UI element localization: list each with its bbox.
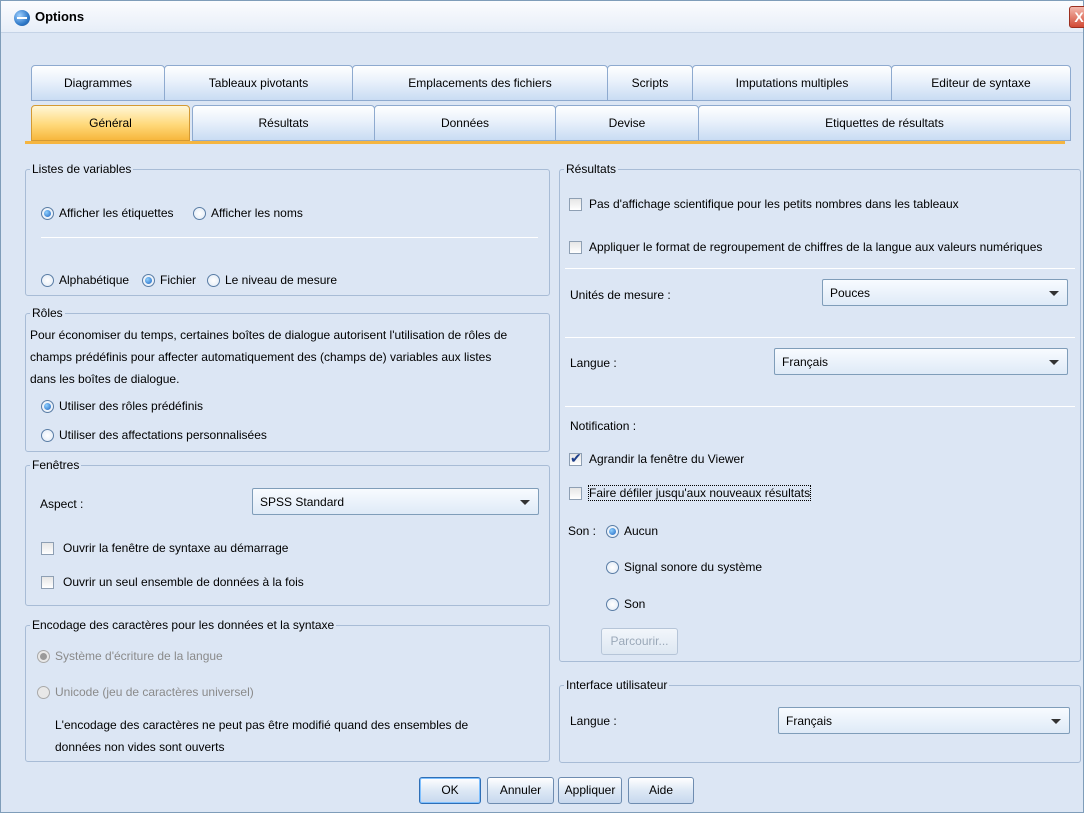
radio-affectations-personnalisees[interactable] bbox=[41, 429, 54, 442]
checkbox-digit-grouping[interactable] bbox=[569, 241, 582, 254]
tab-donnees[interactable]: Données bbox=[374, 105, 556, 141]
units-dropdown-value: Pouces bbox=[830, 286, 871, 300]
tab-imputations-multiples[interactable]: Imputations multiples bbox=[692, 65, 892, 101]
tab-scripts[interactable]: Scripts bbox=[607, 65, 693, 101]
checkbox-no-scientific[interactable] bbox=[569, 198, 582, 211]
sound-label: Son : bbox=[568, 524, 597, 538]
tab-emplacements-fichiers[interactable]: Emplacements des fichiers bbox=[352, 65, 608, 101]
spss-app-icon bbox=[14, 10, 30, 26]
cancel-button[interactable]: Annuler bbox=[487, 777, 554, 804]
aspect-dropdown[interactable]: SPSS Standard bbox=[252, 488, 539, 515]
results-language-dropdown[interactable]: Français bbox=[774, 348, 1068, 375]
browse-button[interactable]: Parcourir... bbox=[601, 628, 678, 655]
tab-devise[interactable]: Devise bbox=[555, 105, 699, 141]
results-language-value: Français bbox=[782, 355, 829, 369]
encoding-group: Encodage des caractères pour les données… bbox=[25, 618, 550, 762]
results-separator-2 bbox=[565, 337, 1075, 338]
apply-button[interactable]: Appliquer bbox=[558, 777, 622, 804]
radio-niveau-mesure[interactable] bbox=[207, 274, 220, 287]
notification-label: Notification : bbox=[570, 419, 637, 433]
label-digit-grouping: Appliquer le format de regroupement de c… bbox=[589, 240, 1043, 254]
label-affectations-personnalisees: Utiliser des affectations personnalisées bbox=[59, 428, 267, 442]
label-system-beep: Signal sonore du système bbox=[624, 560, 763, 574]
tab-resultats[interactable]: Résultats bbox=[192, 105, 375, 141]
ui-language-dropdown[interactable]: Français bbox=[778, 707, 1070, 734]
results-separator-3 bbox=[565, 406, 1075, 407]
label-sound-file: Son bbox=[624, 597, 646, 611]
encoding-note-line-1: L'encodage des caractères ne peut pas êt… bbox=[55, 718, 469, 732]
ui-language-value: Français bbox=[786, 714, 833, 728]
label-afficher-noms: Afficher les noms bbox=[211, 206, 303, 220]
radio-alphabetique[interactable] bbox=[41, 274, 54, 287]
variable-lists-separator bbox=[41, 237, 538, 238]
tab-tableaux-pivotants[interactable]: Tableaux pivotants bbox=[164, 65, 353, 101]
roles-description-line-1: Pour économiser du temps, certaines boît… bbox=[30, 328, 508, 342]
user-interface-group: Interface utilisateur Langue : Français bbox=[559, 678, 1081, 763]
label-single-dataset: Ouvrir un seul ensemble de données à la … bbox=[63, 575, 304, 589]
variable-lists-legend: Listes de variables bbox=[30, 162, 134, 176]
windows-group: Fenêtres Aspect : SPSS Standard Ouvrir l… bbox=[25, 458, 550, 606]
checkbox-enlarge-viewer[interactable] bbox=[569, 450, 582, 467]
label-scroll-new-results: Faire défiler jusqu'aux nouveaux résulta… bbox=[587, 485, 812, 501]
active-tab-underline bbox=[25, 141, 1065, 144]
label-systeme-ecriture: Système d'écriture de la langue bbox=[55, 649, 223, 663]
label-unicode: Unicode (jeu de caractères universel) bbox=[55, 685, 254, 699]
results-separator-1 bbox=[565, 268, 1075, 269]
title-bar: Options X bbox=[1, 1, 1084, 33]
help-button[interactable]: Aide bbox=[628, 777, 694, 804]
chevron-down-icon bbox=[1051, 719, 1061, 724]
encoding-legend: Encodage des caractères pour les données… bbox=[30, 618, 337, 632]
results-legend: Résultats bbox=[564, 162, 619, 176]
label-no-scientific: Pas d'affichage scientifique pour les pe… bbox=[589, 197, 959, 211]
window-title: Options bbox=[35, 9, 85, 24]
label-enlarge-viewer: Agrandir la fenêtre du Viewer bbox=[589, 452, 745, 466]
roles-description-line-2: champs prédéfinis pour affecter automati… bbox=[30, 350, 492, 364]
radio-sound-file[interactable] bbox=[606, 598, 619, 611]
user-interface-legend: Interface utilisateur bbox=[564, 678, 670, 692]
roles-legend: Rôles bbox=[30, 306, 65, 320]
checkbox-single-dataset[interactable] bbox=[41, 576, 54, 589]
radio-sound-none[interactable] bbox=[606, 525, 619, 538]
windows-legend: Fenêtres bbox=[30, 458, 82, 472]
label-niveau-mesure: Le niveau de mesure bbox=[225, 273, 338, 287]
tab-etiquettes-resultats[interactable]: Etiquettes de résultats bbox=[698, 105, 1071, 141]
label-roles-predefinis: Utiliser des rôles prédéfinis bbox=[59, 399, 204, 413]
label-syntax-window-startup: Ouvrir la fenêtre de syntaxe au démarrag… bbox=[63, 541, 289, 555]
aspect-dropdown-value: SPSS Standard bbox=[260, 495, 345, 509]
variable-lists-group: Listes de variables Afficher les étiquet… bbox=[25, 162, 550, 296]
tab-row-bottom: Général Résultats Données Devise Etiquet… bbox=[31, 105, 1071, 141]
tab-general[interactable]: Général bbox=[31, 105, 190, 141]
results-language-label: Langue : bbox=[570, 356, 617, 370]
options-dialog: Options X Diagrammes Tableaux pivotants … bbox=[0, 0, 1084, 813]
radio-fichier[interactable] bbox=[142, 274, 155, 287]
chevron-down-icon bbox=[1049, 291, 1059, 296]
label-fichier: Fichier bbox=[160, 273, 197, 287]
chevron-down-icon bbox=[1049, 360, 1059, 365]
tab-row-top: Diagrammes Tableaux pivotants Emplacemen… bbox=[31, 65, 1071, 101]
radio-system-beep[interactable] bbox=[606, 561, 619, 574]
tab-diagrammes[interactable]: Diagrammes bbox=[31, 65, 165, 101]
radio-systeme-ecriture[interactable] bbox=[37, 650, 50, 663]
close-button[interactable]: X bbox=[1069, 6, 1084, 28]
aspect-label: Aspect : bbox=[40, 497, 84, 511]
radio-unicode[interactable] bbox=[37, 686, 50, 699]
ok-button[interactable]: OK bbox=[419, 777, 481, 804]
ui-language-label: Langue : bbox=[570, 714, 617, 728]
roles-group: Rôles Pour économiser du temps, certaine… bbox=[25, 306, 550, 452]
units-label: Unités de mesure : bbox=[570, 288, 671, 302]
radio-afficher-noms[interactable] bbox=[193, 207, 206, 220]
roles-description-line-3: dans les boîtes de dialogue. bbox=[30, 372, 180, 386]
encoding-note-line-2: données non vides sont ouverts bbox=[55, 740, 225, 754]
tab-editeur-syntaxe[interactable]: Editeur de syntaxe bbox=[891, 65, 1071, 101]
results-group: Résultats Pas d'affichage scientifique p… bbox=[559, 162, 1081, 662]
units-dropdown[interactable]: Pouces bbox=[822, 279, 1068, 306]
label-sound-none: Aucun bbox=[624, 524, 659, 538]
checkbox-scroll-new-results[interactable] bbox=[569, 487, 582, 500]
label-alphabetique: Alphabétique bbox=[59, 273, 130, 287]
radio-roles-predefinis[interactable] bbox=[41, 400, 54, 413]
label-afficher-etiquettes: Afficher les étiquettes bbox=[59, 206, 174, 220]
chevron-down-icon bbox=[520, 500, 530, 505]
checkbox-syntax-window-startup[interactable] bbox=[41, 542, 54, 555]
radio-afficher-etiquettes[interactable] bbox=[41, 207, 54, 220]
